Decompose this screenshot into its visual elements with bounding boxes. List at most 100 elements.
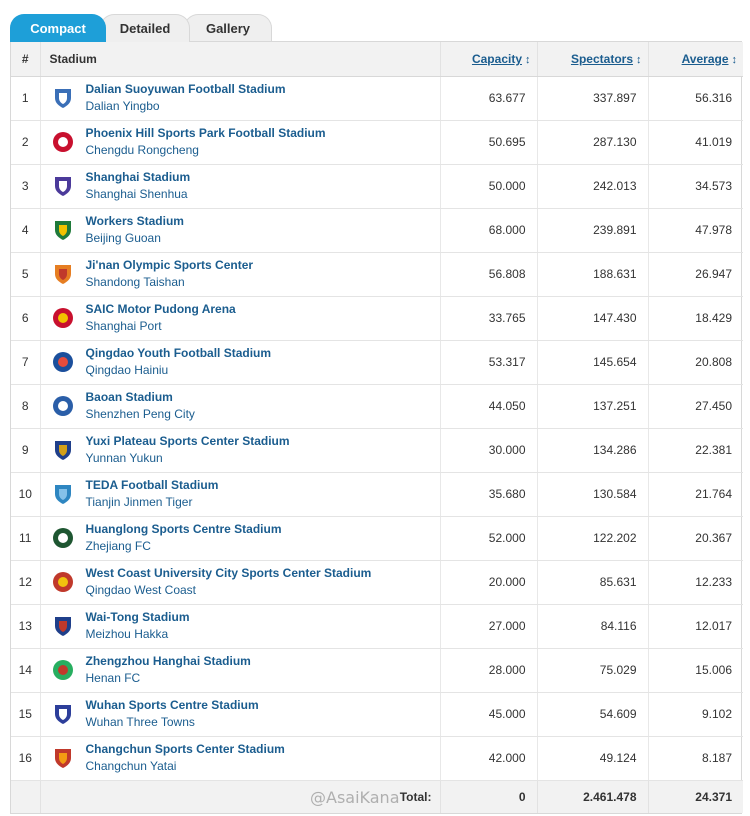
header-capacity[interactable]: Capacity ↕ — [440, 42, 538, 77]
club-name-link[interactable]: Tianjin Jinmen Tiger — [86, 494, 219, 511]
stadium-name-link[interactable]: West Coast University City Sports Center… — [86, 565, 372, 582]
club-name-link[interactable]: Wuhan Three Towns — [86, 714, 259, 731]
stadium-name-link[interactable]: Shanghai Stadium — [86, 169, 191, 186]
table-row: 7 Qingdao Youth Football Stadium Qingdao H… — [11, 340, 743, 385]
capacity-cell: 52.000 — [440, 516, 538, 561]
rank-cell: 4 — [11, 208, 41, 253]
club-name-link[interactable]: Dalian Yingbo — [86, 98, 286, 115]
club-crest-icon[interactable] — [49, 568, 77, 596]
spectators-cell: 242.013 — [537, 164, 649, 209]
stadium-name-link[interactable]: Wai-Tong Stadium — [86, 609, 190, 626]
capacity-cell: 50.000 — [440, 164, 538, 209]
stadium-name-link[interactable]: Changchun Sports Center Stadium — [86, 741, 285, 758]
stadium-cell: Ji'nan Olympic Sports Center Shandong Tai… — [40, 252, 441, 297]
stadium-name-link[interactable]: Wuhan Sports Centre Stadium — [86, 697, 259, 714]
spectators-cell: 54.609 — [537, 692, 649, 737]
capacity-cell: 33.765 — [440, 296, 538, 341]
capacity-cell: 20.000 — [440, 560, 538, 605]
table-row: 1 Dalian Suoyuwan Football Stadium Dalian … — [11, 76, 743, 121]
totals-label: Total: — [40, 780, 441, 813]
club-crest-icon[interactable] — [49, 392, 77, 420]
club-name-link[interactable]: Beijing Guoan — [86, 230, 184, 247]
stadium-name-link[interactable]: Dalian Suoyuwan Football Stadium — [86, 81, 286, 98]
capacity-cell: 53.317 — [440, 340, 538, 385]
club-crest-icon[interactable] — [49, 656, 77, 684]
rank-cell: 9 — [11, 428, 41, 473]
club-crest-icon[interactable] — [49, 744, 77, 772]
club-crest-icon[interactable] — [49, 260, 77, 288]
table-row: 11 Huanglong Sports Centre Stadium Zhejian… — [11, 516, 743, 561]
sort-arrows-icon[interactable]: ↕ — [732, 54, 738, 66]
club-name-link[interactable]: Yunnan Yukun — [86, 450, 290, 467]
rank-cell: 13 — [11, 604, 41, 649]
rank-cell: 12 — [11, 560, 41, 605]
stadium-name-link[interactable]: Qingdao Youth Football Stadium — [86, 345, 272, 362]
club-crest-icon[interactable] — [49, 348, 77, 376]
average-cell: 47.978 — [648, 208, 743, 253]
club-name-link[interactable]: Shenzhen Peng City — [86, 406, 195, 423]
capacity-cell: 50.695 — [440, 120, 538, 165]
stadium-cell: TEDA Football Stadium Tianjin Jinmen Tige… — [40, 472, 441, 517]
header-stadium: Stadium — [40, 42, 441, 77]
sort-spectators-link[interactable]: Spectators — [571, 52, 633, 66]
stadium-cell: Phoenix Hill Sports Park Football Stadiu… — [40, 120, 441, 165]
stadium-cell: Wai-Tong Stadium Meizhou Hakka — [40, 604, 441, 649]
table-row: 10 TEDA Football Stadium Tianjin Jinmen Ti… — [11, 472, 743, 517]
club-crest-icon[interactable] — [49, 524, 77, 552]
club-crest-icon[interactable] — [49, 480, 77, 508]
club-crest-icon[interactable] — [49, 172, 77, 200]
sort-arrows-icon[interactable]: ↕ — [636, 54, 642, 66]
stadium-name-link[interactable]: Phoenix Hill Sports Park Football Stadiu… — [86, 125, 326, 142]
capacity-cell: 68.000 — [440, 208, 538, 253]
club-name-link[interactable]: Shanghai Port — [86, 318, 236, 335]
spectators-cell: 145.654 — [537, 340, 649, 385]
stadium-name-link[interactable]: Huanglong Sports Centre Stadium — [86, 521, 282, 538]
club-name-link[interactable]: Shanghai Shenhua — [86, 186, 191, 203]
totals-capacity: 0 — [440, 780, 538, 813]
header-spectators[interactable]: Spectators ↕ — [537, 42, 649, 77]
tab-gallery[interactable]: Gallery — [184, 14, 272, 42]
club-name-link[interactable]: Henan FC — [86, 670, 251, 687]
stadium-name-link[interactable]: Baoan Stadium — [86, 389, 195, 406]
stadium-name-link[interactable]: Ji'nan Olympic Sports Center — [86, 257, 254, 274]
rank-cell: 16 — [11, 736, 41, 781]
sort-capacity-link[interactable]: Capacity — [472, 52, 522, 66]
sort-average-link[interactable]: Average — [682, 52, 729, 66]
rank-cell: 6 — [11, 296, 41, 341]
stadium-name-link[interactable]: Yuxi Plateau Sports Center Stadium — [86, 433, 290, 450]
club-crest-icon[interactable] — [49, 128, 77, 156]
stadium-name-link[interactable]: SAIC Motor Pudong Arena — [86, 301, 236, 318]
average-cell: 41.019 — [648, 120, 743, 165]
club-crest-icon[interactable] — [49, 612, 77, 640]
club-crest-icon[interactable] — [49, 304, 77, 332]
club-name-link[interactable]: Chengdu Rongcheng — [86, 142, 326, 159]
table-row: 4 Workers Stadium Beijing Guoan 68.000 239.8… — [11, 208, 743, 253]
club-name-link[interactable]: Zhejiang FC — [86, 538, 282, 555]
rank-cell: 2 — [11, 120, 41, 165]
table-row: 14 Zhengzhou Hanghai Stadium Henan FC 28.00… — [11, 648, 743, 693]
club-crest-icon[interactable] — [49, 436, 77, 464]
club-name-link[interactable]: Changchun Yatai — [86, 758, 285, 775]
club-name-link[interactable]: Qingdao Hainiu — [86, 362, 272, 379]
average-cell: 12.017 — [648, 604, 743, 649]
club-crest-icon[interactable] — [49, 700, 77, 728]
club-name-link[interactable]: Shandong Taishan — [86, 274, 254, 291]
stadium-name-link[interactable]: Workers Stadium — [86, 213, 184, 230]
average-cell: 27.450 — [648, 384, 743, 429]
sort-arrows-icon[interactable]: ↕ — [525, 54, 531, 66]
average-cell: 18.429 — [648, 296, 743, 341]
table-row: 8 Baoan Stadium Shenzhen Peng City 44.050 13… — [11, 384, 743, 429]
stadium-cell: Dalian Suoyuwan Football Stadium Dalian Y… — [40, 76, 441, 121]
stadium-name-link[interactable]: TEDA Football Stadium — [86, 477, 219, 494]
spectators-cell: 137.251 — [537, 384, 649, 429]
club-crest-icon[interactable] — [49, 216, 77, 244]
club-name-link[interactable]: Meizhou Hakka — [86, 626, 190, 643]
table-header-row: # Stadium Capacity ↕ Spectators ↕ Average ↕ — [11, 42, 743, 77]
header-average[interactable]: Average ↕ — [648, 42, 743, 77]
club-crest-icon[interactable] — [49, 84, 77, 112]
club-name-link[interactable]: Qingdao West Coast — [86, 582, 372, 599]
table-row: 6 SAIC Motor Pudong Arena Shanghai Port 33.… — [11, 296, 743, 341]
stadium-name-link[interactable]: Zhengzhou Hanghai Stadium — [86, 653, 251, 670]
tab-detailed[interactable]: Detailed — [100, 14, 190, 42]
tab-compact[interactable]: Compact — [10, 14, 106, 42]
